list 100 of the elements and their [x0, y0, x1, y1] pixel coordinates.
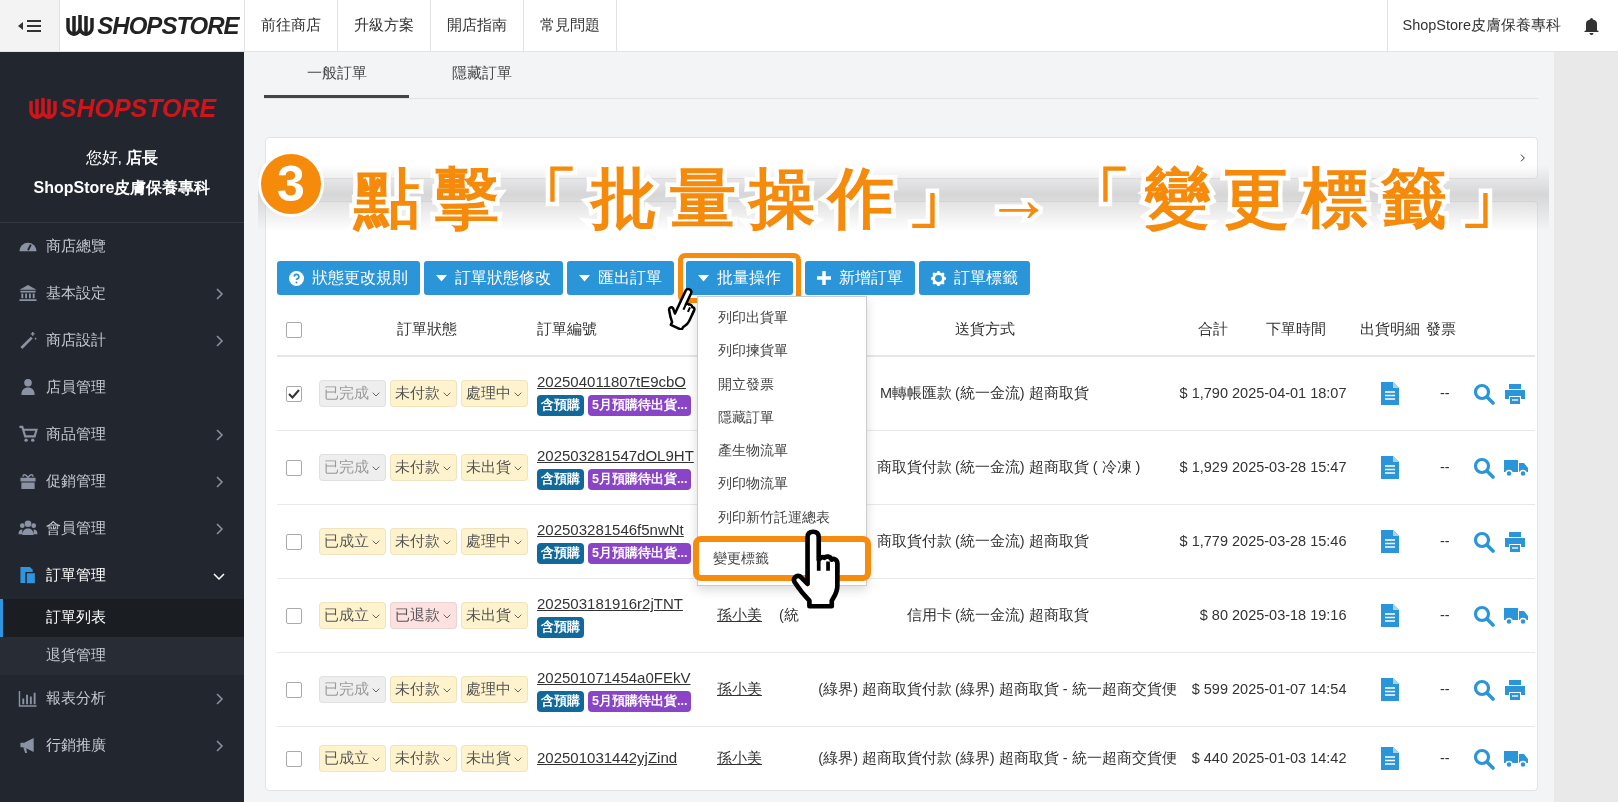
row-checkbox[interactable] — [286, 533, 302, 550]
buyer-link[interactable]: 孫小美 — [717, 680, 762, 697]
person-icon — [18, 378, 38, 396]
nav-link[interactable]: 常見問題 — [524, 0, 617, 51]
sidebar-item[interactable]: 商店總覽 — [0, 222, 244, 270]
status-dropdown[interactable]: 已成立 — [319, 528, 386, 555]
menu-item[interactable]: 列印新竹託運總表 — [698, 500, 866, 535]
store-name[interactable]: ShopStore皮膚保養專科 — [1387, 0, 1575, 51]
truck-icon[interactable] — [1504, 606, 1528, 625]
payment-method: (綠界) 超商取貨付款 — [818, 679, 952, 699]
document-icon[interactable] — [1381, 456, 1399, 479]
printer-icon[interactable] — [1504, 383, 1526, 404]
status-dropdown[interactable]: 未付款 — [390, 380, 457, 407]
sidebar-item[interactable]: 行銷推廣 — [0, 721, 244, 769]
search-icon[interactable] — [1473, 678, 1495, 701]
order-tag: 含預購 — [537, 691, 584, 712]
status-dropdown[interactable]: 未付款 — [390, 454, 457, 481]
printer-icon[interactable] — [1504, 531, 1526, 552]
sidebar-item[interactable]: 基本設定 — [0, 269, 244, 317]
order-number-link[interactable]: 202503181916r2jTNT — [537, 593, 683, 616]
sidebar-toggle-button[interactable] — [0, 0, 60, 51]
payment-method: (統 — [779, 605, 799, 625]
row-checkbox[interactable] — [286, 750, 302, 767]
search-icon[interactable] — [1473, 456, 1495, 479]
buyer-link[interactable]: 孫小美 — [717, 606, 762, 623]
order-total: $ 440 — [1191, 749, 1228, 766]
status-dropdown[interactable]: 未出貨 — [461, 602, 528, 629]
buyer-link[interactable]: 孫小美 — [717, 749, 762, 766]
gear-icon — [931, 270, 946, 286]
order-number-link[interactable]: 202503281547dOL9HT — [537, 445, 694, 468]
document-icon[interactable] — [1381, 530, 1399, 553]
document-icon[interactable] — [1381, 678, 1399, 701]
order-number-link[interactable]: 202501031442yjZind — [537, 747, 678, 770]
status-dropdown[interactable]: 處理中 — [461, 676, 528, 703]
status-dropdown[interactable]: 未付款 — [390, 528, 457, 555]
tab[interactable]: 一般訂單 — [264, 52, 409, 98]
menu-item[interactable]: 隱藏訂單 — [698, 400, 866, 435]
sidebar-item[interactable]: 會員管理 — [0, 504, 244, 552]
status-dropdown[interactable]: 處理中 — [461, 528, 528, 555]
order-tag: 含預購 — [537, 617, 584, 638]
status-dropdown[interactable]: 已成立 — [319, 602, 386, 629]
sidebar-item[interactable]: 訂單管理 — [0, 551, 244, 599]
search-icon[interactable] — [1473, 747, 1495, 770]
document-icon[interactable] — [1381, 604, 1399, 627]
status-dropdown[interactable]: 已退款 — [390, 602, 457, 629]
payment-method: M轉帳匯款 — [879, 383, 952, 403]
printer-icon[interactable] — [1504, 679, 1526, 700]
row-checkbox[interactable] — [286, 385, 302, 402]
sidebar-item[interactable]: 報表分析 — [0, 674, 244, 722]
search-icon[interactable] — [1473, 382, 1495, 405]
menu-item[interactable]: 產生物流單 — [698, 434, 866, 468]
menu-item[interactable]: 變更標籤 — [699, 542, 865, 576]
order-number-link[interactable]: 202501071454a0FEkV — [537, 667, 691, 690]
document-icon[interactable] — [1381, 747, 1399, 770]
greeting-text: 您好, 店長 — [84, 147, 160, 168]
gift-icon — [18, 472, 38, 490]
sidebar-subitem[interactable]: 訂單列表 — [0, 598, 244, 637]
sidebar-item[interactable]: 商店設計 — [0, 316, 244, 364]
check-icon — [288, 388, 300, 399]
status-dropdown[interactable]: 已成立 — [319, 745, 386, 772]
menu-item[interactable]: 列印物流單 — [698, 467, 866, 501]
bell-icon[interactable] — [1583, 16, 1600, 35]
nav-link[interactable]: 開店指南 — [431, 0, 524, 51]
status-dropdown[interactable]: 未出貨 — [461, 745, 528, 772]
order-tag: 5月預購待出貨... — [588, 469, 692, 490]
nav-link[interactable]: 前往商店 — [245, 0, 338, 51]
payment-method: 商取貨付款 — [877, 457, 952, 477]
sidebar-item[interactable]: 商品管理 — [0, 410, 244, 458]
status-dropdown[interactable]: 未付款 — [390, 676, 457, 703]
menu-item[interactable]: 開立發票 — [698, 367, 866, 401]
chevron-right-icon — [214, 286, 226, 301]
order-number-link[interactable]: 202503281546f5nwNt — [537, 519, 684, 542]
truck-icon[interactable] — [1504, 458, 1528, 477]
invoice-status: -- — [1440, 532, 1450, 549]
shipping-method: (統一金流) 超商取貨 ( 冷凍 ) — [955, 458, 1141, 475]
order-number-link[interactable]: 202504011807tE9cbO — [537, 371, 687, 394]
tab[interactable]: 隱藏訂單 — [409, 52, 554, 98]
nav-link[interactable]: 升級方案 — [338, 0, 431, 51]
sidebar-subitem[interactable]: 退貨管理 — [0, 636, 244, 675]
order-tag: 含預購 — [537, 395, 584, 416]
search-icon[interactable] — [1473, 530, 1495, 553]
sidebar-item[interactable]: 促銷管理 — [0, 457, 244, 505]
select-all-checkbox[interactable] — [286, 322, 302, 338]
truck-icon[interactable] — [1504, 749, 1528, 768]
status-dropdown[interactable]: 處理中 — [461, 380, 528, 407]
status-dropdown[interactable]: 未出貨 — [461, 454, 528, 481]
row-checkbox[interactable] — [286, 607, 302, 624]
row-checkbox[interactable] — [286, 681, 302, 698]
menu-item[interactable]: 列印出貨單 — [698, 301, 866, 335]
shipping-method: (統一金流) 超商取貨 — [955, 384, 1089, 401]
order-time: 2025-01-07 14:54 — [1232, 680, 1347, 697]
sidebar-item[interactable]: 店員管理 — [0, 363, 244, 411]
chevron-right-icon[interactable] — [1519, 152, 1527, 164]
logo-text: SHOPSTORE — [97, 10, 239, 41]
status-dropdown[interactable]: 未付款 — [390, 745, 457, 772]
column-header: 下單時間 — [1266, 321, 1326, 338]
search-icon[interactable] — [1473, 604, 1495, 627]
menu-item[interactable]: 列印揀貨單 — [698, 334, 866, 368]
document-icon[interactable] — [1381, 382, 1399, 405]
row-checkbox[interactable] — [286, 459, 302, 476]
